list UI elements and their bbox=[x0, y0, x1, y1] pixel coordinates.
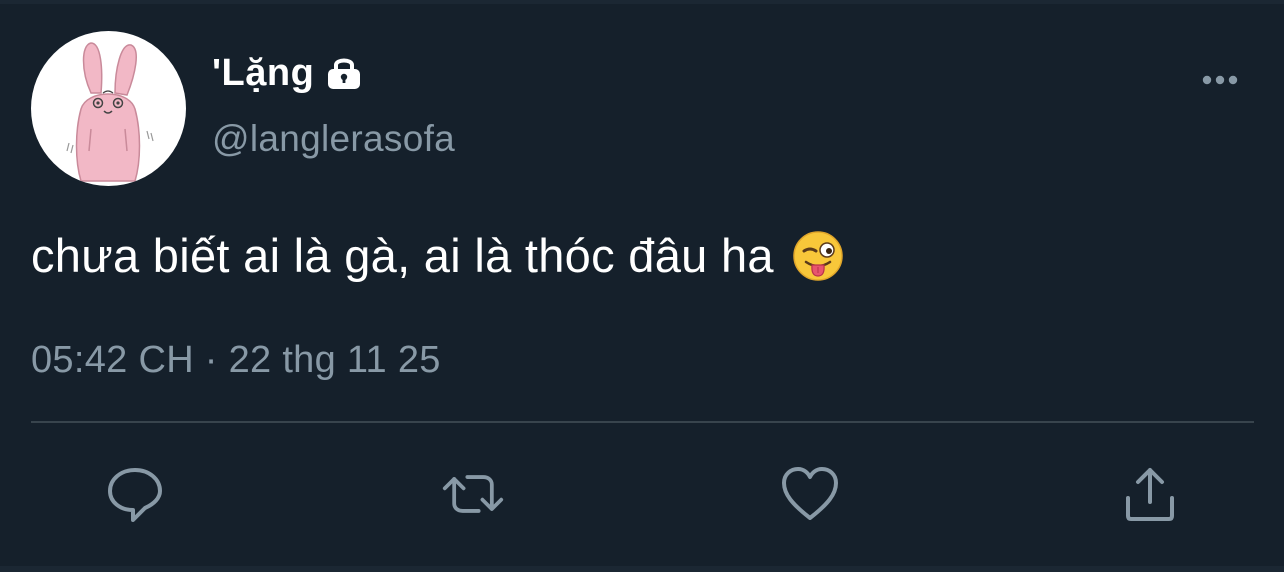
heart-icon bbox=[782, 467, 838, 520]
bunny-avatar-icon bbox=[66, 42, 154, 182]
winking-face-with-tongue-icon bbox=[792, 230, 844, 282]
share-icon bbox=[1126, 468, 1174, 521]
bottom-border bbox=[0, 566, 1284, 572]
tweet-timestamp[interactable]: 05:42 CH · 22 thg 11 25 bbox=[31, 337, 441, 383]
tweet-card: 'Lặng @langlerasofa chưa biết ai là gà, … bbox=[0, 0, 1284, 572]
tweet-text: chưa biết ai là gà, ai là thóc đâu ha bbox=[31, 226, 844, 286]
author-handle[interactable]: @langlerasofa bbox=[212, 116, 455, 162]
divider bbox=[31, 421, 1254, 423]
author-name-row[interactable]: 'Lặng bbox=[212, 50, 364, 96]
lock-icon bbox=[324, 55, 364, 91]
display-name[interactable]: 'Lặng bbox=[212, 50, 314, 96]
reply-button[interactable] bbox=[103, 462, 167, 526]
retweet-button[interactable] bbox=[441, 462, 505, 526]
top-border bbox=[0, 0, 1284, 4]
like-button[interactable] bbox=[778, 462, 842, 526]
retweet-icon bbox=[442, 475, 504, 513]
more-options-button[interactable] bbox=[1196, 60, 1244, 100]
share-button[interactable] bbox=[1118, 462, 1182, 526]
more-options-icon bbox=[1202, 75, 1238, 85]
reply-icon bbox=[108, 468, 162, 522]
tweet-body: chưa biết ai là gà, ai là thóc đâu ha bbox=[31, 229, 774, 282]
avatar[interactable] bbox=[31, 31, 186, 186]
